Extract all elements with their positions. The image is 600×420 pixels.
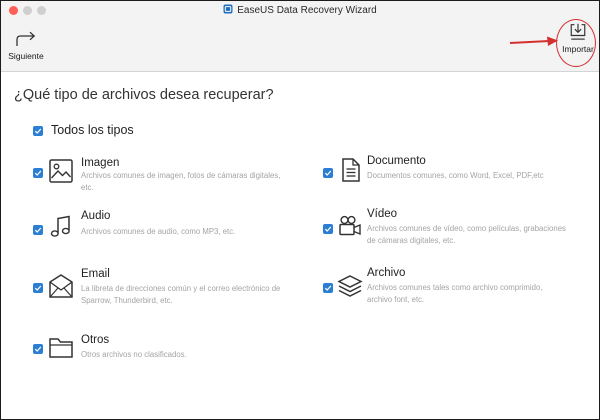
- type-title-archive: Archivo: [367, 267, 406, 279]
- type-desc-email: La libreta de direcciones común y el cor…: [81, 284, 281, 305]
- checkbox-others[interactable]: [33, 344, 43, 354]
- checkbox-audio[interactable]: [33, 225, 43, 235]
- music-note-icon: [48, 214, 74, 240]
- type-title-email: Email: [81, 268, 110, 280]
- video-camera-icon: [337, 213, 363, 239]
- checkbox-image[interactable]: [33, 168, 43, 178]
- type-title-others: Otros: [81, 334, 110, 346]
- document-icon: [337, 157, 363, 183]
- type-desc-archive: Archivos comunes tales como archivo comp…: [367, 283, 543, 304]
- annotation-circle: [556, 19, 596, 67]
- type-desc-document: Documentos comunes, como Word, Excel, PD…: [367, 171, 544, 180]
- toolbar: EaseUS Data Recovery Wizard Siguiente Im…: [1, 1, 599, 72]
- type-desc-others: Otros archivos no clasificados.: [81, 350, 187, 359]
- image-icon: [48, 158, 74, 184]
- app-icon: [223, 4, 233, 14]
- next-button[interactable]: Siguiente: [7, 31, 45, 61]
- type-desc-video: Archivos comunes de vídeo, como película…: [367, 224, 566, 245]
- page-question: ¿Qué tipo de archivos desea recuperar?: [14, 87, 274, 103]
- all-types-checkbox[interactable]: [33, 126, 43, 136]
- type-desc-image: Archivos comunes de imagen, fotos de cám…: [81, 171, 281, 192]
- checkbox-archive[interactable]: [323, 283, 333, 293]
- folder-icon: [48, 334, 74, 360]
- window-title-text: EaseUS Data Recovery Wizard: [237, 5, 377, 16]
- app-window: EaseUS Data Recovery Wizard Siguiente Im…: [0, 0, 600, 420]
- envelope-icon: [48, 273, 74, 299]
- type-title-document: Documento: [367, 155, 426, 167]
- checkbox-document[interactable]: [323, 168, 333, 178]
- all-types-label: Todos los tipos: [51, 123, 134, 137]
- type-title-video: Vídeo: [367, 208, 398, 220]
- redo-arrow-icon: [7, 31, 45, 47]
- checkbox-email[interactable]: [33, 283, 43, 293]
- type-title-image: Imagen: [81, 157, 120, 169]
- annotation-arrow: [509, 36, 558, 46]
- type-desc-audio: Archivos comunes de audio, como MP3, etc…: [81, 227, 236, 236]
- window-title: EaseUS Data Recovery Wizard: [1, 4, 599, 16]
- next-button-label: Siguiente: [8, 51, 44, 61]
- type-title-audio: Audio: [81, 210, 111, 222]
- checkbox-video[interactable]: [323, 224, 333, 234]
- layers-icon: [337, 273, 363, 299]
